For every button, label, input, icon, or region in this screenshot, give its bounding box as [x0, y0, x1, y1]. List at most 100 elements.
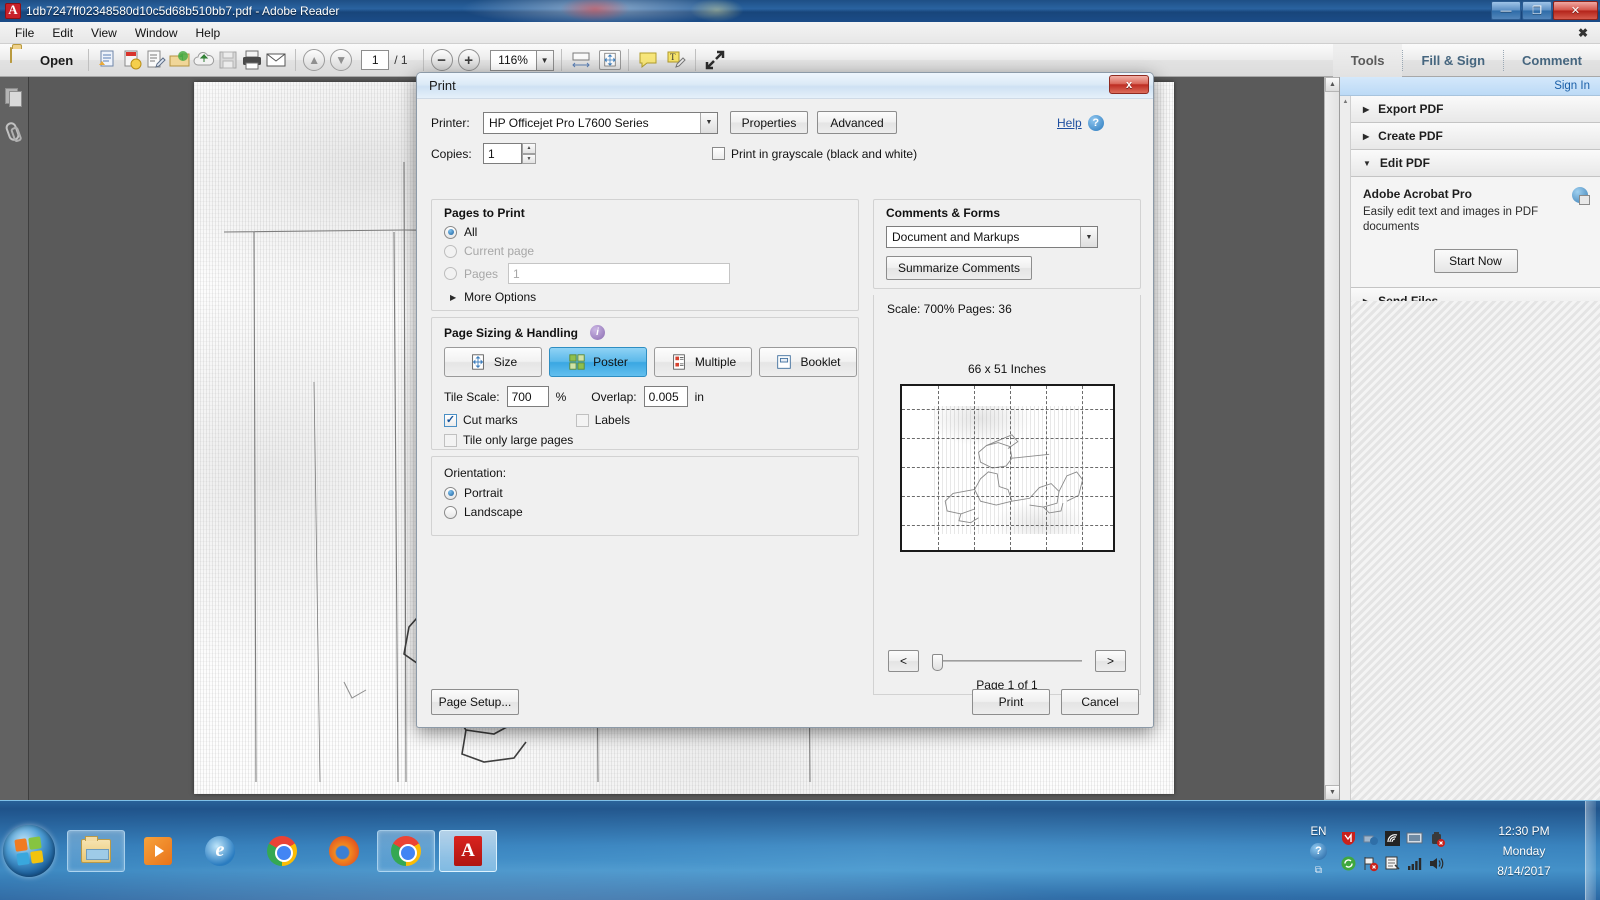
menu-file[interactable]: File: [6, 24, 43, 42]
radio-landscape[interactable]: [444, 505, 457, 519]
tab-comment[interactable]: Comment: [1504, 44, 1600, 77]
help-link[interactable]: Help: [1057, 116, 1082, 130]
page-number-input[interactable]: 1: [361, 50, 390, 70]
network-sharing-icon[interactable]: [1362, 830, 1379, 847]
properties-button[interactable]: Properties: [730, 111, 808, 134]
mode-button-multiple[interactable]: Multiple: [654, 347, 752, 377]
fit-width-icon[interactable]: [569, 48, 593, 72]
radio-all-row[interactable]: All: [444, 225, 858, 239]
page-setup-button[interactable]: Page Setup...: [431, 689, 519, 715]
cancel-button[interactable]: Cancel: [1061, 689, 1139, 715]
zoom-in-button[interactable]: +: [457, 49, 480, 71]
zoom-out-button[interactable]: −: [430, 49, 453, 71]
preview-next-button[interactable]: >: [1095, 650, 1126, 672]
page-sizing-info-icon[interactable]: i: [590, 325, 606, 340]
printer-select[interactable]: HP Officejet Pro L7600 Series ▼: [483, 111, 718, 134]
sidebar-item-export-pdf[interactable]: ▶ Export PDF: [1351, 96, 1600, 123]
wireless-signal-icon[interactable]: [1384, 830, 1401, 847]
mode-button-booklet[interactable]: Booklet: [759, 347, 857, 377]
taskbar-item-chrome-window[interactable]: [377, 829, 435, 872]
export-pdf-icon[interactable]: [168, 48, 192, 72]
labels-checkbox[interactable]: [575, 413, 589, 427]
ime-tray-icon[interactable]: ⧉: [1315, 865, 1322, 876]
right-panel-scroll-up[interactable]: ▲: [1340, 96, 1351, 107]
email-icon[interactable]: [264, 48, 288, 72]
signal-bars-icon[interactable]: [1406, 855, 1423, 872]
tab-tools[interactable]: Tools: [1332, 43, 1403, 77]
highlight-text-icon[interactable]: T: [664, 48, 688, 72]
right-panel-scrollbar[interactable]: ▲: [1340, 96, 1351, 800]
radio-portrait-row[interactable]: Portrait: [444, 486, 858, 500]
menu-view[interactable]: View: [82, 24, 126, 42]
document-vertical-scrollbar[interactable]: ▲ ▼: [1324, 77, 1339, 800]
radio-landscape-row[interactable]: Landscape: [444, 505, 858, 519]
scroll-down-button[interactable]: ▼: [1325, 785, 1339, 800]
taskbar-clock[interactable]: 12:30 PM Monday 8/14/2017: [1469, 821, 1579, 881]
taskbar-item-media-player[interactable]: [129, 830, 187, 872]
chevron-down-icon-printer[interactable]: ▼: [700, 112, 717, 133]
minimize-button[interactable]: —: [1491, 1, 1521, 20]
close-document-icon[interactable]: ✖: [1578, 26, 1588, 40]
expand-view-icon[interactable]: [703, 48, 727, 72]
power-warning-icon[interactable]: [1428, 830, 1445, 847]
volume-icon[interactable]: [1428, 855, 1445, 872]
mode-button-poster[interactable]: Poster: [549, 347, 647, 377]
zoom-level-value[interactable]: 116%: [489, 49, 536, 71]
tile-scale-input[interactable]: 700: [506, 386, 549, 407]
tab-fill-and-sign[interactable]: Fill & Sign: [1403, 44, 1503, 77]
sidebar-item-edit-pdf[interactable]: ▼ Edit PDF: [1351, 150, 1600, 177]
zoom-dropdown-arrow[interactable]: ▼: [535, 49, 554, 71]
open-button[interactable]: Open: [8, 46, 81, 74]
radio-portrait[interactable]: [444, 486, 457, 500]
next-page-button[interactable]: ▼: [330, 49, 353, 71]
help-icon[interactable]: ?: [1087, 114, 1104, 131]
start-button[interactable]: [3, 824, 55, 877]
print-button[interactable]: Print: [972, 689, 1050, 715]
radio-all[interactable]: [444, 225, 457, 239]
maximize-button[interactable]: ❐: [1522, 1, 1552, 20]
print-dialog-close-button[interactable]: x: [1109, 75, 1149, 94]
comments-forms-select[interactable]: Document and Markups ▼: [886, 226, 1098, 248]
preview-page-slider[interactable]: [932, 654, 1082, 671]
menu-edit[interactable]: Edit: [43, 24, 82, 42]
fit-page-icon[interactable]: [598, 50, 621, 70]
taskbar-item-windows-explorer[interactable]: [67, 829, 125, 872]
more-options-row[interactable]: ▶ More Options: [450, 290, 858, 304]
create-pdf-icon[interactable]: [96, 48, 120, 72]
cut-marks-checkbox[interactable]: [444, 413, 457, 427]
action-center-icon[interactable]: [1384, 855, 1401, 872]
edit-pdf-icon[interactable]: [144, 48, 168, 72]
show-desktop-button[interactable]: [1585, 800, 1596, 900]
grayscale-checkbox[interactable]: [712, 147, 725, 160]
language-indicator[interactable]: EN: [1311, 826, 1327, 838]
comment-bubble-icon[interactable]: [636, 48, 660, 72]
combine-files-icon[interactable]: [120, 48, 144, 72]
summarize-comments-button[interactable]: Summarize Comments: [886, 256, 1032, 280]
start-now-button[interactable]: Start Now: [1433, 249, 1518, 273]
cloud-upload-icon[interactable]: [192, 48, 216, 72]
scroll-up-button[interactable]: ▲: [1325, 77, 1339, 92]
mode-button-size[interactable]: Size: [444, 347, 542, 377]
taskbar-item-firefox[interactable]: [315, 830, 373, 872]
chevron-down-icon-comments[interactable]: ▼: [1080, 227, 1097, 247]
help-tray-icon[interactable]: ?: [1310, 842, 1327, 860]
preview-prev-button[interactable]: <: [888, 650, 919, 672]
sign-in-bar[interactable]: Sign In: [1340, 77, 1600, 96]
slider-thumb[interactable]: [932, 654, 943, 671]
sidebar-item-create-pdf[interactable]: ▶ Create PDF: [1351, 123, 1600, 150]
menu-help[interactable]: Help: [187, 24, 230, 42]
menu-window[interactable]: Window: [126, 24, 187, 42]
taskbar-item-chrome[interactable]: [253, 830, 311, 872]
more-options-label[interactable]: More Options: [464, 290, 536, 304]
copies-spinner[interactable]: ▲ ▼: [522, 143, 536, 164]
sign-in-link[interactable]: Sign In: [1554, 80, 1590, 92]
mcafee-icon[interactable]: [1340, 830, 1357, 847]
previous-page-button[interactable]: ▲: [303, 49, 326, 71]
taskbar-item-adobe-reader[interactable]: A: [439, 829, 497, 872]
overlap-input[interactable]: 0.005: [643, 386, 688, 407]
tile-only-large-checkbox[interactable]: [444, 433, 457, 447]
close-window-button[interactable]: ✕: [1553, 1, 1598, 20]
taskbar-item-internet-explorer[interactable]: e: [191, 830, 249, 872]
sync-icon[interactable]: [1340, 855, 1357, 872]
attachments-paperclip-icon[interactable]: [2, 120, 27, 145]
